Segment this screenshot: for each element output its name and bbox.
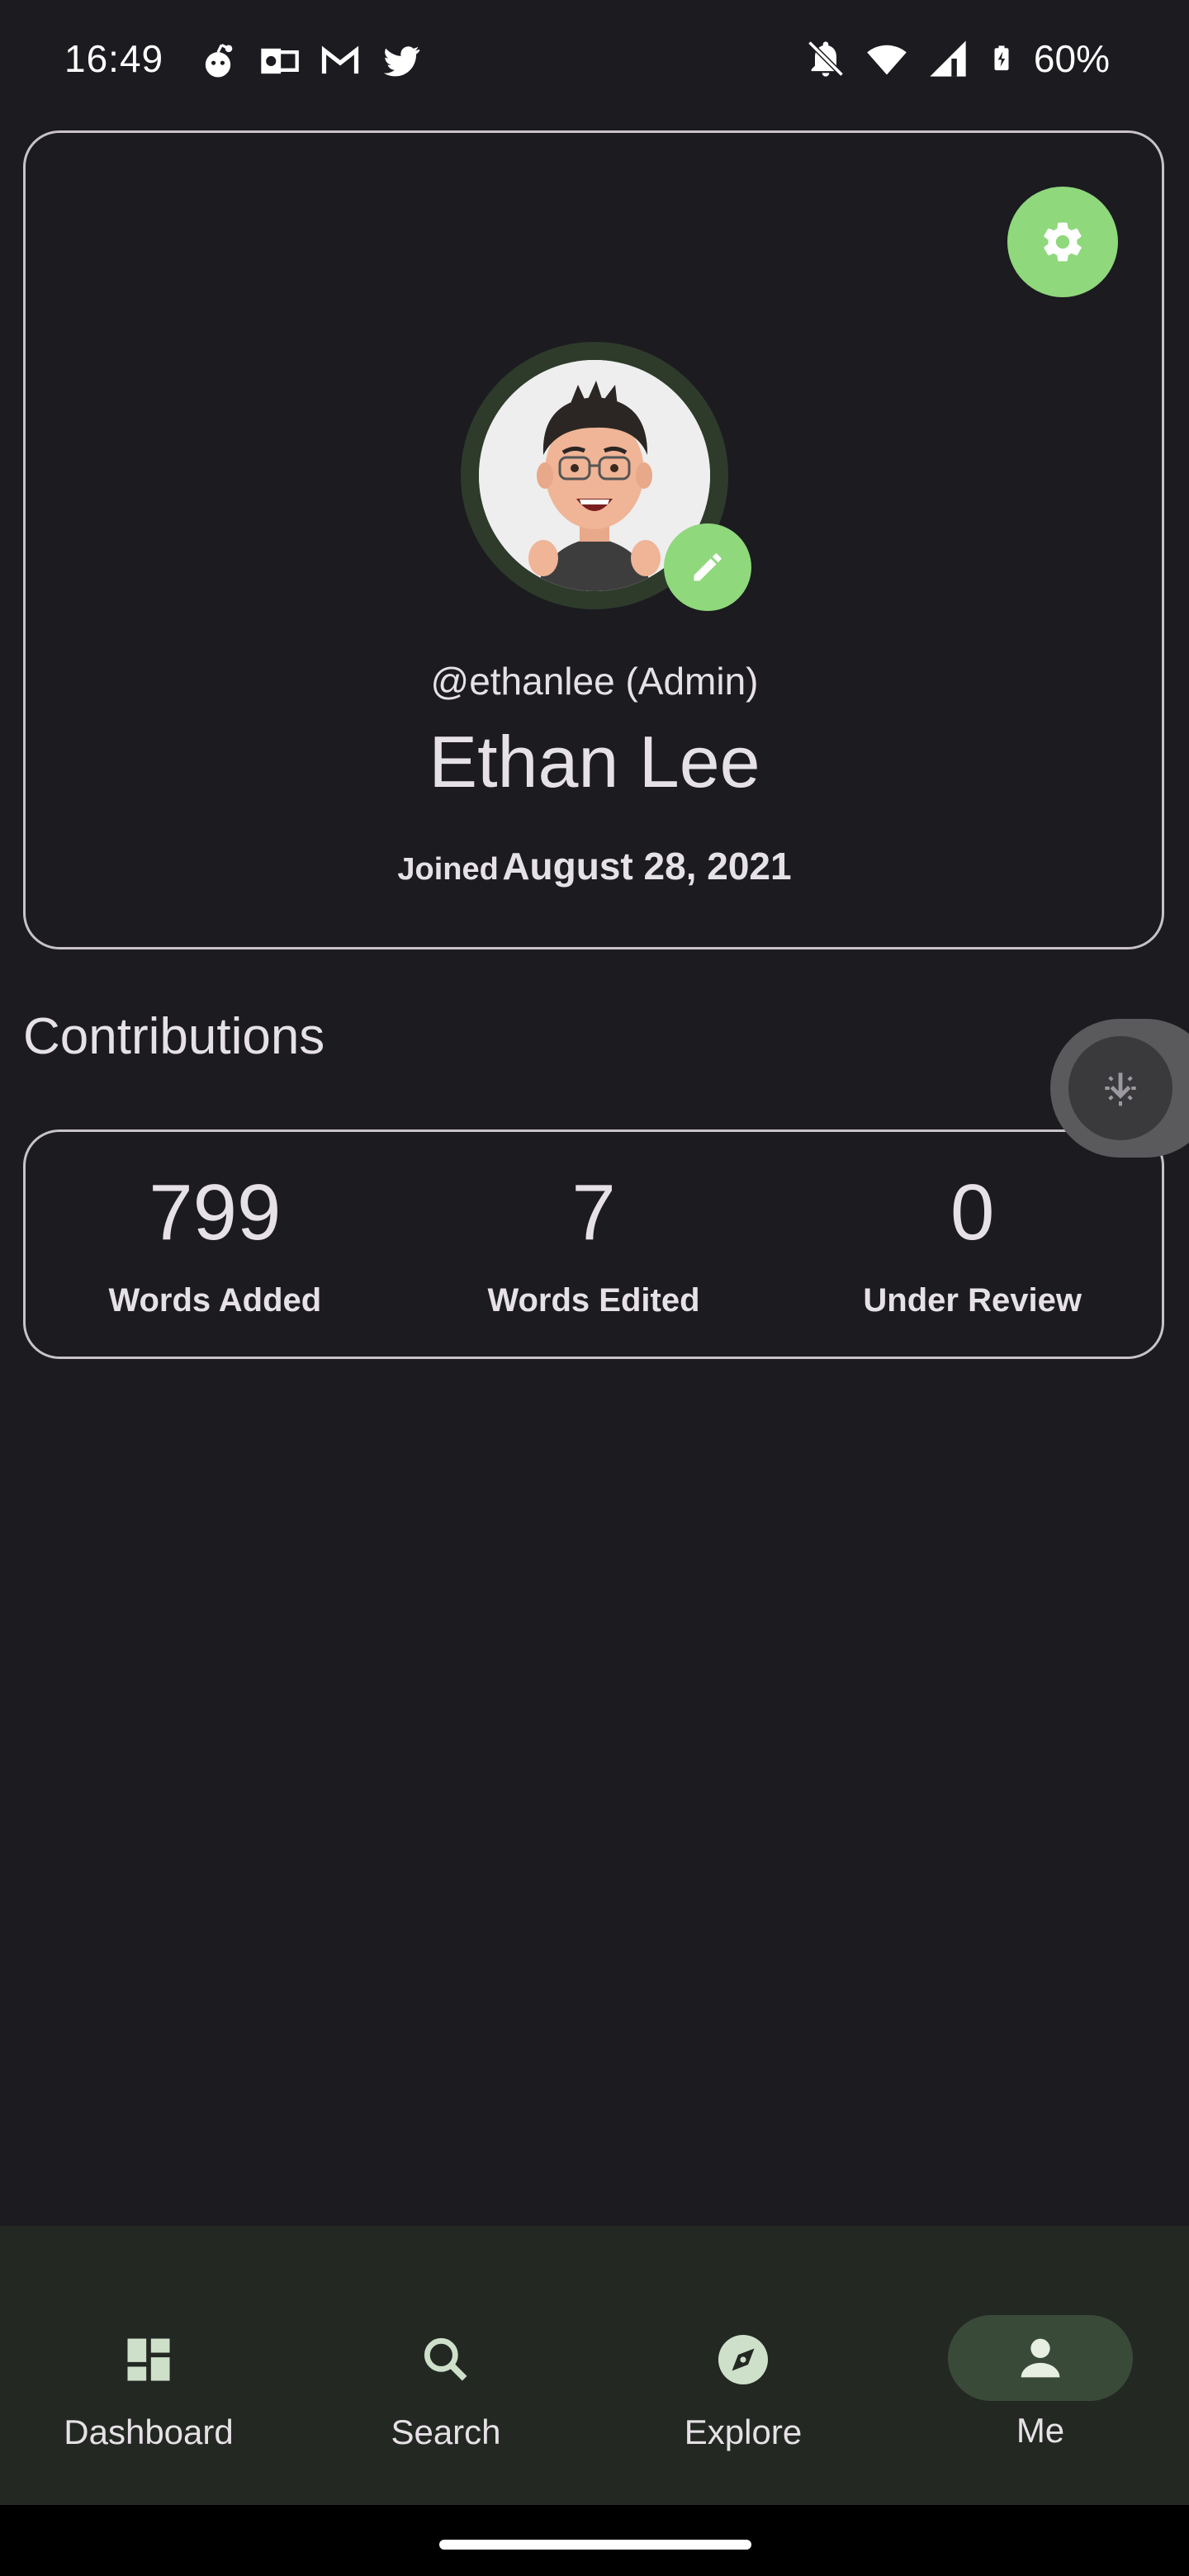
nav-icon-container (56, 2317, 241, 2403)
status-bar: 16:49 60% (0, 0, 1189, 116)
nav-label: Explore (684, 2413, 803, 2451)
nav-icon-container-active (948, 2315, 1133, 2401)
nav-label: Dashboard (64, 2413, 234, 2451)
floating-capture-bubble[interactable] (1050, 1019, 1189, 1158)
nav-item-me[interactable]: Me (892, 2226, 1189, 2505)
twitter-icon (383, 46, 420, 77)
full-name: Ethan Lee (429, 721, 760, 803)
stat-under-review: 0 Under Review (783, 1132, 1162, 1357)
joined-label: Joined (397, 852, 499, 887)
stat-label: Words Edited (487, 1282, 700, 1319)
settings-button[interactable] (1007, 187, 1118, 297)
status-time: 16:49 (64, 37, 164, 80)
outlook-icon (261, 48, 299, 74)
nav-icon-container (651, 2317, 836, 2403)
stat-value: 0 (950, 1168, 995, 1257)
stat-label: Words Added (108, 1282, 322, 1319)
username: @ethanlee (Admin) (430, 660, 759, 703)
battery-percent: 60% (1033, 37, 1110, 80)
system-status: 60% (804, 36, 1110, 81)
stat-value: 7 (571, 1168, 616, 1257)
home-gesture-bar[interactable] (439, 2540, 751, 2550)
joined-date: Joined August 28, 2021 (0, 844, 1189, 888)
edit-avatar-button[interactable] (664, 523, 751, 611)
battery-charging-icon (994, 45, 1009, 71)
reddit-icon (205, 44, 233, 78)
download-sparkle-icon (1105, 1073, 1136, 1106)
search-icon (424, 2337, 467, 2381)
nav-item-search[interactable]: Search (297, 2226, 594, 2505)
person-icon (1021, 2338, 1060, 2378)
bell-off-icon (808, 40, 844, 77)
stat-words-edited: 7 Words Edited (405, 1132, 784, 1357)
stat-words-added: 799 Words Added (26, 1132, 405, 1357)
contributions-card: 799 Words Added 7 Words Edited 0 Under R… (23, 1129, 1164, 1359)
stat-value: 799 (149, 1168, 282, 1257)
bottom-navigation: Dashboard Search Explore Me (0, 2226, 1189, 2505)
dashboard-icon (127, 2338, 170, 2381)
joined-date-value: August 28, 2021 (502, 845, 792, 888)
contributions-title: Contributions (23, 1008, 325, 1065)
pencil-icon (694, 553, 722, 581)
compass-icon (718, 2335, 768, 2384)
capture-button[interactable] (1068, 1036, 1172, 1140)
notification-icons (197, 40, 423, 83)
gear-icon (1044, 222, 1082, 262)
signal-icon (930, 40, 966, 77)
nav-item-explore[interactable]: Explore (594, 2226, 892, 2505)
nav-item-dashboard[interactable]: Dashboard (0, 2226, 297, 2505)
nav-icon-container (353, 2317, 538, 2403)
gmail-icon (321, 45, 359, 74)
nav-label: Me (1016, 2411, 1065, 2450)
nav-label: Search (391, 2413, 501, 2451)
stat-label: Under Review (863, 1282, 1082, 1319)
wifi-icon (867, 45, 907, 75)
